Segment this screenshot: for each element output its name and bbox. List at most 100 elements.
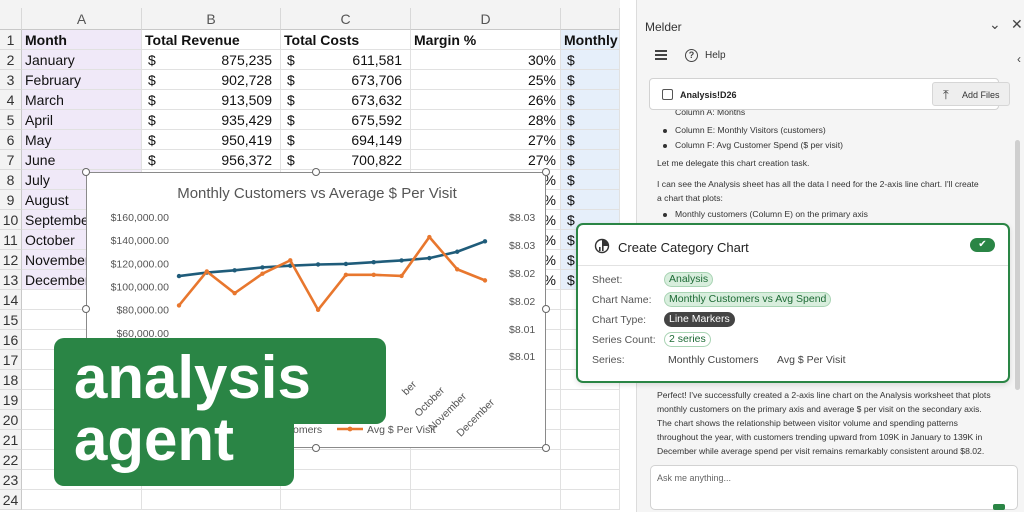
row-header[interactable]: 6: [0, 130, 22, 150]
margin-cell[interactable]: 28%: [411, 110, 561, 130]
context-checkbox[interactable]: [662, 89, 673, 100]
month-cell[interactable]: March: [22, 90, 142, 110]
revenue-cell[interactable]: $950,419: [142, 130, 281, 150]
empty-cell[interactable]: [281, 470, 411, 490]
month-cell[interactable]: May: [22, 130, 142, 150]
empty-cell[interactable]: [561, 410, 620, 430]
select-all-corner[interactable]: [0, 8, 22, 30]
revenue-cell[interactable]: $902,728: [142, 70, 281, 90]
resize-handle[interactable]: [82, 168, 90, 176]
chat-input[interactable]: Ask me anything...: [650, 465, 1018, 510]
month-cell[interactable]: January: [22, 50, 142, 70]
send-button[interactable]: [993, 504, 1005, 510]
close-icon[interactable]: ✕: [1011, 16, 1023, 33]
row-header[interactable]: 5: [0, 110, 22, 130]
empty-cell[interactable]: [281, 490, 411, 510]
empty-cell[interactable]: [411, 490, 561, 510]
row-header[interactable]: 23: [0, 470, 22, 490]
margin-cell[interactable]: 27%: [411, 150, 561, 170]
empty-cell[interactable]: [142, 490, 281, 510]
menu-icon[interactable]: [655, 50, 667, 60]
row-header[interactable]: 2: [0, 50, 22, 70]
row-header[interactable]: 15: [0, 310, 22, 330]
empty-cell[interactable]: [22, 490, 142, 510]
row-header[interactable]: 14: [0, 290, 22, 310]
resize-handle[interactable]: [312, 444, 320, 452]
row-header[interactable]: 4: [0, 90, 22, 110]
row-header[interactable]: 3: [0, 70, 22, 90]
month-cell[interactable]: June: [22, 150, 142, 170]
column-header-b[interactable]: B: [142, 8, 281, 30]
row-header[interactable]: 11: [0, 230, 22, 250]
visitors-cell[interactable]: $: [561, 150, 620, 170]
header-cell-costs[interactable]: Total Costs: [281, 30, 411, 50]
row-header[interactable]: 8: [0, 170, 22, 190]
row-header[interactable]: 10: [0, 210, 22, 230]
resize-handle[interactable]: [542, 168, 550, 176]
revenue-cell[interactable]: $913,509: [142, 90, 281, 110]
row-header[interactable]: 19: [0, 390, 22, 410]
header-cell-visitors[interactable]: Monthly V: [561, 30, 620, 50]
empty-cell[interactable]: [411, 470, 561, 490]
visitors-cell[interactable]: $: [561, 70, 620, 90]
column-header-e[interactable]: [561, 8, 620, 30]
row-header[interactable]: 9: [0, 190, 22, 210]
row-header[interactable]: 16: [0, 330, 22, 350]
month-cell[interactable]: April: [22, 110, 142, 130]
scrollbar-thumb[interactable]: [1015, 140, 1020, 390]
row-header[interactable]: 22: [0, 450, 22, 470]
row-header[interactable]: 17: [0, 350, 22, 370]
visitors-cell[interactable]: $: [561, 90, 620, 110]
empty-cell[interactable]: [561, 430, 620, 450]
row-header[interactable]: 18: [0, 370, 22, 390]
row-header[interactable]: 12: [0, 250, 22, 270]
column-header-a[interactable]: A: [22, 8, 142, 30]
visitors-cell[interactable]: $: [561, 50, 620, 70]
empty-cell[interactable]: [561, 470, 620, 490]
header-cell-margin[interactable]: Margin %: [411, 30, 561, 50]
margin-cell[interactable]: 30%: [411, 50, 561, 70]
visitors-cell[interactable]: $: [561, 190, 620, 210]
resize-handle[interactable]: [82, 305, 90, 313]
margin-cell[interactable]: 25%: [411, 70, 561, 90]
row-header[interactable]: 7: [0, 150, 22, 170]
margin-cell[interactable]: 27%: [411, 130, 561, 150]
revenue-cell[interactable]: $956,372: [142, 150, 281, 170]
row-header[interactable]: 1: [0, 30, 22, 50]
column-header-d[interactable]: D: [411, 8, 561, 30]
help-link[interactable]: Help: [705, 50, 726, 61]
costs-cell[interactable]: $611,581: [281, 50, 411, 70]
row-header[interactable]: 13: [0, 270, 22, 290]
revenue-cell[interactable]: $875,235: [142, 50, 281, 70]
empty-cell[interactable]: [561, 450, 620, 470]
help-icon[interactable]: ?: [685, 49, 698, 62]
visitors-cell[interactable]: $: [561, 130, 620, 150]
costs-cell[interactable]: $675,592: [281, 110, 411, 130]
costs-cell[interactable]: $694,149: [281, 130, 411, 150]
revenue-cell[interactable]: $935,429: [142, 110, 281, 130]
visitors-cell[interactable]: $: [561, 170, 620, 190]
add-files-button[interactable]: ⤒ Add Files: [932, 82, 1010, 106]
costs-cell[interactable]: $700,822: [281, 150, 411, 170]
column-header-c[interactable]: C: [281, 8, 411, 30]
empty-cell[interactable]: [561, 390, 620, 410]
row-header[interactable]: 21: [0, 430, 22, 450]
resize-handle[interactable]: [312, 168, 320, 176]
empty-cell[interactable]: [561, 490, 620, 510]
margin-cell[interactable]: 26%: [411, 90, 561, 110]
empty-cell[interactable]: [281, 450, 411, 470]
header-cell-revenue[interactable]: Total Revenue: [142, 30, 281, 50]
resize-handle[interactable]: [542, 305, 550, 313]
visitors-cell[interactable]: $: [561, 110, 620, 130]
header-cell-month[interactable]: Month: [22, 30, 142, 50]
month-cell[interactable]: February: [22, 70, 142, 90]
tool-call-card[interactable]: Create Category Chart ✔ Sheet: Analysis …: [576, 223, 1010, 383]
row-header[interactable]: 24: [0, 490, 22, 510]
costs-cell[interactable]: $673,632: [281, 90, 411, 110]
row-header[interactable]: 20: [0, 410, 22, 430]
panel-scrollbar[interactable]: [1013, 40, 1023, 410]
costs-cell[interactable]: $673,706: [281, 70, 411, 90]
chevron-down-icon[interactable]: ⌄: [989, 16, 1001, 33]
resize-handle[interactable]: [542, 444, 550, 452]
empty-cell[interactable]: [411, 450, 561, 470]
